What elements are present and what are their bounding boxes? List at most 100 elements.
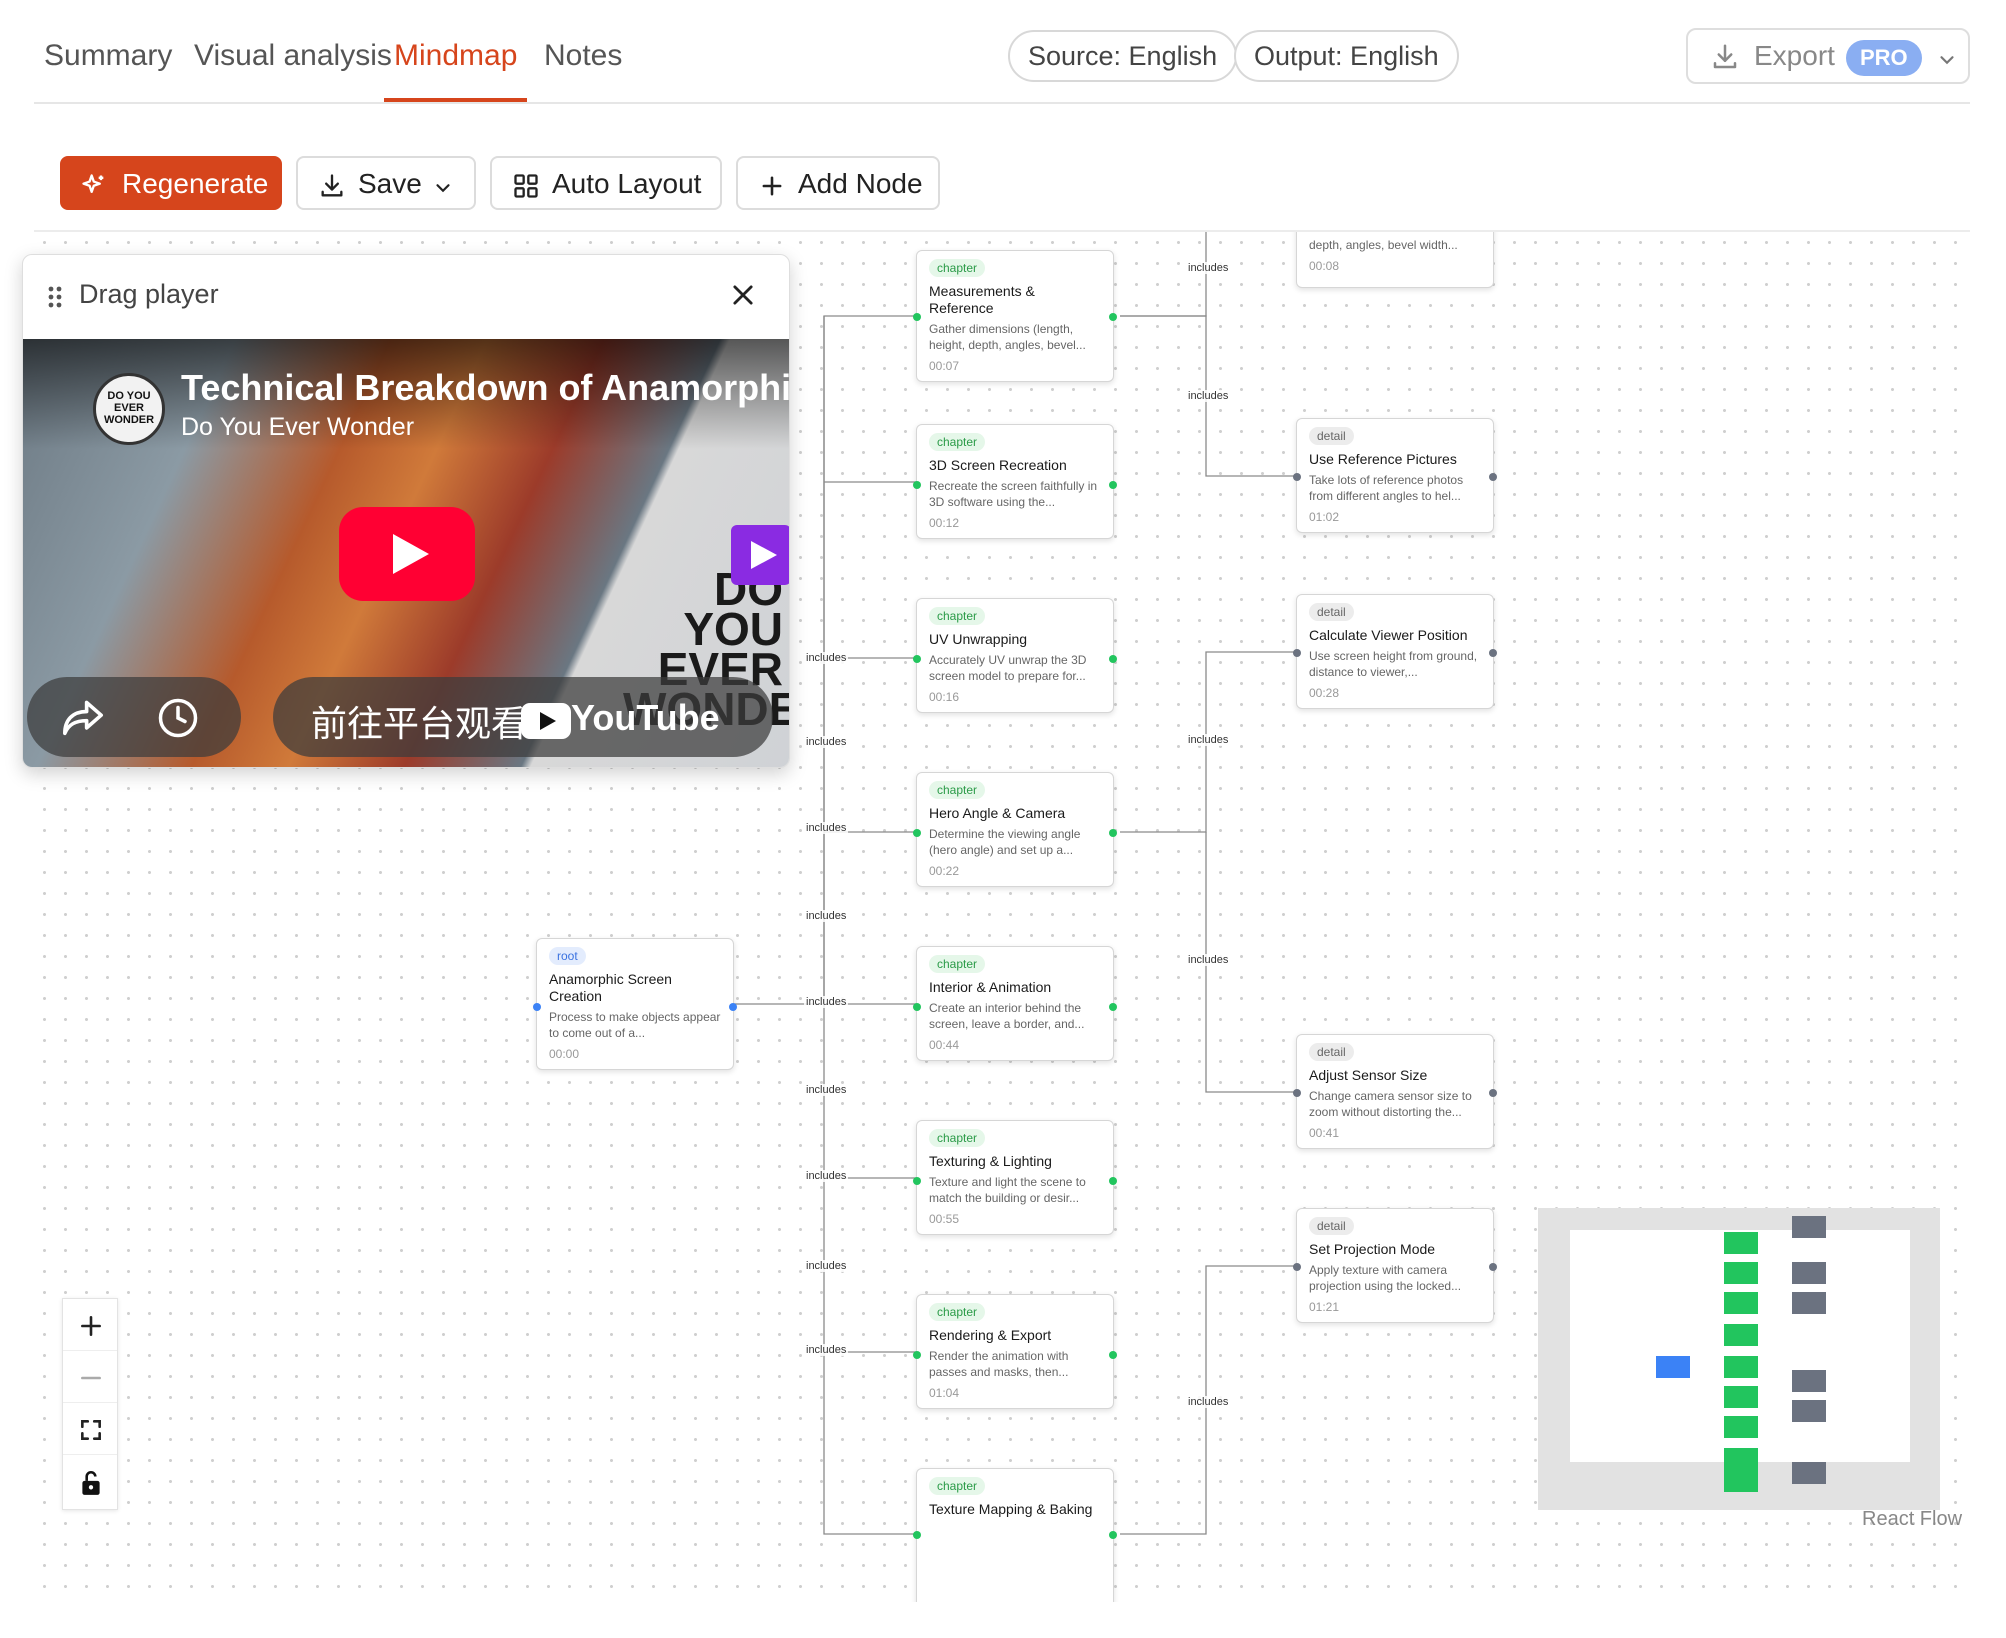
react-flow-attribution[interactable]: React Flow bbox=[1862, 1508, 1962, 1531]
node-handle[interactable] bbox=[1109, 1177, 1117, 1185]
save-label: Save bbox=[358, 168, 422, 199]
minimap-node-detail bbox=[1792, 1400, 1826, 1422]
source-language-select[interactable]: Source: English bbox=[1008, 30, 1238, 82]
export-button[interactable]: Export PRO bbox=[1686, 28, 1970, 84]
detail-node[interactable]: detail Adjust Sensor Size Change camera … bbox=[1293, 1034, 1497, 1149]
grip-icon[interactable] bbox=[47, 285, 63, 314]
node-handle[interactable] bbox=[1293, 473, 1301, 481]
output-language-select[interactable]: Output: English bbox=[1234, 30, 1459, 82]
chapter-node[interactable]: chapter 3D Screen Recreation Recreate th… bbox=[913, 424, 1117, 539]
node-handle[interactable] bbox=[1293, 1263, 1301, 1271]
node-title: Anamorphic Screen Creation bbox=[549, 971, 672, 1004]
channel-logo[interactable]: DO YOU EVER WONDER bbox=[93, 373, 165, 445]
zoom-in-button[interactable] bbox=[63, 1299, 117, 1351]
node-handle[interactable] bbox=[913, 313, 921, 321]
edge-label: includes bbox=[804, 910, 849, 922]
tab-bar: Summary Visual analysis Mindmap Notes bbox=[34, 28, 1970, 104]
node-handle[interactable] bbox=[1109, 313, 1117, 321]
add-node-button[interactable]: Add Node bbox=[736, 156, 940, 210]
edge-label: includes bbox=[804, 996, 849, 1008]
root-node[interactable]: root Anamorphic Screen Creation Process … bbox=[533, 938, 737, 1070]
chapter-node[interactable]: chapter Measurements & Reference Gather … bbox=[913, 250, 1117, 382]
chevron-down-icon bbox=[432, 174, 454, 206]
node-description: Use screen height from ground, distance … bbox=[1309, 649, 1478, 679]
node-timestamp: 00:16 bbox=[929, 690, 960, 704]
node-handle[interactable] bbox=[1489, 649, 1497, 657]
node-title: Texturing & Lighting bbox=[929, 1153, 1052, 1169]
video-player-panel[interactable]: Drag player DO YOU EVER WONDER Technical… bbox=[22, 254, 790, 768]
download-icon bbox=[1710, 42, 1740, 79]
node-timestamp: 00:08 bbox=[1309, 259, 1340, 273]
detail-node[interactable]: detail Use Reference Pictures Take lots … bbox=[1293, 418, 1497, 533]
node-timestamp: 00:12 bbox=[929, 516, 960, 530]
node-handle[interactable] bbox=[913, 1177, 921, 1185]
chapter-node[interactable]: chapter Texture Mapping & Baking bbox=[913, 1468, 1117, 1602]
node-handle[interactable] bbox=[1489, 1263, 1497, 1271]
node-handle[interactable] bbox=[1109, 829, 1117, 837]
play-icon[interactable] bbox=[339, 507, 475, 601]
node-handle[interactable] bbox=[1109, 481, 1117, 489]
detail-node[interactable]: depth, angles, bevel width... 00:08 bbox=[1296, 232, 1494, 288]
node-description: Apply texture with camera projection usi… bbox=[1309, 1263, 1462, 1293]
minimap-node-detail bbox=[1792, 1262, 1826, 1284]
node-handle[interactable] bbox=[913, 481, 921, 489]
tab-visual-analysis[interactable]: Visual analysis bbox=[184, 36, 402, 102]
node-handle[interactable] bbox=[913, 829, 921, 837]
zoom-out-button[interactable] bbox=[63, 1351, 117, 1403]
fit-view-button[interactable] bbox=[63, 1403, 117, 1455]
tab-summary[interactable]: Summary bbox=[34, 36, 182, 102]
pro-badge: PRO bbox=[1846, 40, 1922, 76]
edge-label: includes bbox=[1186, 1396, 1231, 1408]
node-title: Adjust Sensor Size bbox=[1309, 1067, 1428, 1083]
node-type-badge: root bbox=[549, 947, 586, 965]
node-handle[interactable] bbox=[1293, 1089, 1301, 1097]
share-icon[interactable] bbox=[61, 697, 105, 742]
play-icon[interactable] bbox=[731, 525, 789, 585]
chapter-node[interactable]: chapter Texturing & Lighting Texture and… bbox=[913, 1120, 1117, 1235]
node-handle[interactable] bbox=[533, 1003, 541, 1011]
node-title: Interior & Animation bbox=[929, 979, 1052, 995]
node-handle[interactable] bbox=[729, 1003, 737, 1011]
minimap[interactable] bbox=[1538, 1208, 1940, 1510]
channel-name[interactable]: Do You Ever Wonder bbox=[181, 413, 414, 442]
save-button[interactable]: Save bbox=[296, 156, 476, 210]
player-header[interactable]: Drag player bbox=[23, 255, 789, 337]
lock-toggle-button[interactable] bbox=[63, 1455, 117, 1507]
node-handle[interactable] bbox=[1293, 649, 1301, 657]
node-description: Texture and light the scene to match the… bbox=[929, 1175, 1086, 1205]
chapter-node[interactable]: chapter UV Unwrapping Accurately UV unwr… bbox=[913, 598, 1117, 713]
node-handle[interactable] bbox=[1489, 473, 1497, 481]
node-handle[interactable] bbox=[1109, 1531, 1117, 1539]
clock-icon[interactable] bbox=[157, 697, 199, 744]
detail-node[interactable]: detail Set Projection Mode Apply texture… bbox=[1293, 1208, 1497, 1323]
edge-label: includes bbox=[804, 1170, 849, 1182]
node-handle[interactable] bbox=[1109, 1351, 1117, 1359]
node-handle[interactable] bbox=[913, 1351, 921, 1359]
chapter-node[interactable]: chapter Rendering & Export Render the an… bbox=[913, 1294, 1117, 1409]
node-handle[interactable] bbox=[1109, 655, 1117, 663]
video-embed[interactable]: DO YOU EVER WONDER Technical Breakdown o… bbox=[23, 339, 789, 767]
detail-node[interactable]: detail Calculate Viewer Position Use scr… bbox=[1293, 594, 1497, 709]
node-handle[interactable] bbox=[1109, 1003, 1117, 1011]
node-handle[interactable] bbox=[913, 1003, 921, 1011]
edge-label: includes bbox=[804, 652, 849, 664]
grid-icon bbox=[512, 172, 540, 207]
node-handle[interactable] bbox=[913, 1531, 921, 1539]
tab-notes[interactable]: Notes bbox=[534, 36, 632, 102]
chapter-node[interactable]: chapter Interior & Animation Create an i… bbox=[913, 946, 1117, 1061]
node-description: Determine the viewing angle (hero angle)… bbox=[929, 827, 1081, 857]
close-icon[interactable] bbox=[729, 281, 757, 314]
tab-mindmap[interactable]: Mindmap bbox=[384, 36, 528, 102]
edge-label: includes bbox=[804, 1084, 849, 1096]
node-timestamp: 01:04 bbox=[929, 1386, 960, 1400]
node-type-badge: chapter bbox=[929, 607, 986, 625]
node-title: Rendering & Export bbox=[929, 1327, 1052, 1343]
auto-layout-button[interactable]: Auto Layout bbox=[490, 156, 722, 210]
node-handle[interactable] bbox=[913, 655, 921, 663]
node-handle[interactable] bbox=[1489, 1089, 1497, 1097]
chapter-node[interactable]: chapter Hero Angle & Camera Determine th… bbox=[913, 772, 1117, 887]
regenerate-button[interactable]: Regenerate bbox=[60, 156, 282, 210]
edge-label: includes bbox=[1186, 390, 1231, 402]
node-description: Process to make objects appear to come o… bbox=[549, 1010, 721, 1040]
video-title[interactable]: Technical Breakdown of Anamorphic bbox=[181, 367, 789, 409]
